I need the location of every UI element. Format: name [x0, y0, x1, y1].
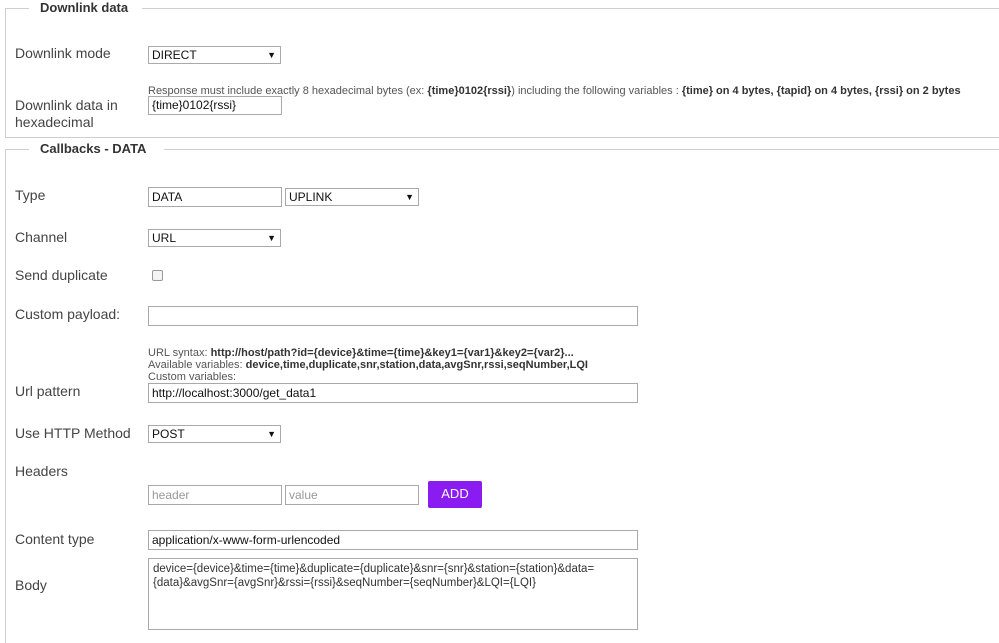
channel-select[interactable]: URL ▼ [148, 229, 281, 247]
downlink-legend: Downlink data [34, 0, 135, 16]
header-name-input[interactable]: header [148, 485, 282, 505]
chevron-down-icon: ▼ [267, 429, 276, 439]
custom-variables-hint: Custom variables: [148, 371, 237, 383]
body-label: Body [15, 577, 47, 593]
custom-payload-label: Custom payload: [15, 306, 121, 322]
downlink-fieldset-top-left [5, 8, 29, 9]
send-duplicate-checkbox[interactable] [152, 270, 163, 281]
downlink-data-label: Downlink data in hexadecimal [15, 97, 118, 130]
callbacks-fieldset-left [5, 149, 6, 643]
downlink-mode-label: Downlink mode [15, 45, 111, 61]
custom-payload-input[interactable] [148, 306, 638, 326]
headers-label: Headers [15, 463, 68, 479]
body-textarea[interactable]: device={device}&time={time}&duplicate={d… [148, 558, 638, 630]
callbacks-legend: Callbacks - DATA [34, 141, 153, 157]
downlink-data-input[interactable]: {time}0102{rssi} [148, 96, 282, 115]
add-header-button[interactable]: ADD [428, 481, 482, 508]
type-label: Type [15, 187, 46, 203]
header-value-input[interactable]: value [285, 485, 419, 505]
send-duplicate-label: Send duplicate [15, 267, 108, 283]
chevron-down-icon: ▼ [267, 50, 276, 60]
available-variables-hint: Available variables: device,time,duplica… [148, 359, 588, 371]
url-pattern-label: Url pattern [15, 383, 81, 399]
content-type-input[interactable]: application/x-www-form-urlencoded [148, 530, 638, 550]
channel-select-value: URL [152, 231, 177, 245]
http-method-select[interactable]: POST ▼ [148, 425, 281, 443]
type-input[interactable]: DATA [148, 187, 282, 207]
http-method-label: Use HTTP Method [15, 425, 131, 441]
http-method-value: POST [152, 427, 185, 441]
content-type-label: Content type [15, 531, 95, 547]
chevron-down-icon: ▼ [267, 233, 276, 243]
type-select[interactable]: UPLINK ▼ [285, 188, 419, 206]
url-pattern-input[interactable]: http://localhost:3000/get_data1 [148, 383, 638, 403]
type-select-value: UPLINK [289, 190, 333, 204]
channel-label: Channel [15, 229, 68, 245]
downlink-fieldset-left [5, 8, 6, 138]
downlink-fieldset-top-right [142, 8, 999, 9]
downlink-mode-value: DIRECT [152, 48, 197, 62]
callbacks-fieldset-top-left [5, 149, 29, 150]
url-syntax-hint: URL syntax: http://host/path?id={device}… [148, 347, 574, 359]
callbacks-fieldset-top-right [164, 149, 999, 150]
chevron-down-icon: ▼ [405, 192, 414, 202]
downlink-mode-select[interactable]: DIRECT ▼ [148, 46, 281, 64]
downlink-fieldset-bottom [5, 137, 999, 138]
